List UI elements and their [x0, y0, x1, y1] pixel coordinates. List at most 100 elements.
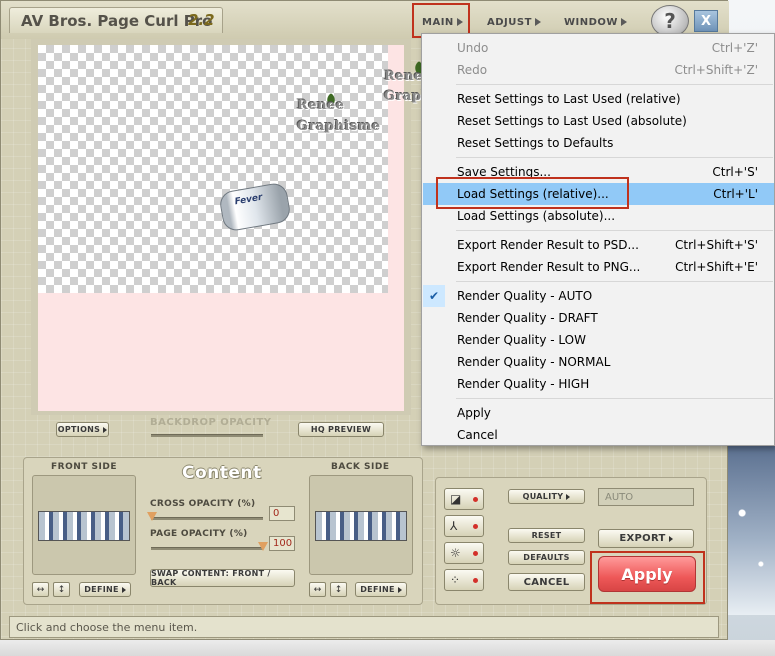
back-define-label: DEFINE: [360, 585, 395, 594]
menu-adjust[interactable]: ADJUST: [487, 14, 541, 30]
menu-item-label: Redo: [457, 63, 488, 77]
reset-button[interactable]: RESET: [508, 528, 585, 543]
cross-opacity-field[interactable]: 0: [269, 506, 295, 521]
status-dot-icon: [473, 577, 478, 583]
menu-item-shortcut: Ctrl+Shift+'S': [675, 238, 758, 252]
menu-separator: [456, 157, 773, 158]
page-opacity-label: PAGE OPACITY (%): [150, 529, 248, 539]
menu-separator: [456, 398, 773, 399]
front-define-button[interactable]: DEFINE: [79, 582, 131, 597]
curl-shape-tool[interactable]: ◪: [444, 488, 484, 510]
page-opacity-field[interactable]: 100: [269, 536, 295, 551]
quality-button-label: QUALITY: [522, 492, 564, 501]
menu-item-label: Export Render Result to PSD...: [457, 238, 639, 252]
background-bottom: [0, 640, 775, 656]
menu-window-label: WINDOW: [564, 16, 618, 28]
menu-item-label: Render Quality - LOW: [457, 333, 586, 347]
defaults-button-label: DEFAULTS: [523, 553, 570, 562]
front-side-thumbnail[interactable]: [38, 511, 130, 541]
hq-preview-button[interactable]: HQ PREVIEW: [298, 422, 384, 437]
menu-window[interactable]: WINDOW: [564, 14, 627, 30]
main-menu-dropdown: Undo Ctrl+'Z' Redo Ctrl+Shift+'Z' Reset …: [421, 33, 775, 446]
menu-item-apply[interactable]: Apply: [423, 402, 774, 424]
axis-icon: ⅄: [450, 519, 458, 533]
curl-axis-tool[interactable]: ⅄: [444, 515, 484, 537]
chevron-right-icon: [534, 18, 541, 26]
front-define-label: DEFINE: [84, 585, 119, 594]
front-flip-vertical-button[interactable]: ↕: [53, 582, 70, 597]
sun-icon: ☼: [450, 546, 461, 560]
menu-item-label: Cancel: [457, 428, 498, 442]
menu-item-label: Render Quality - HIGH: [457, 377, 590, 391]
menu-item-quality-draft[interactable]: Render Quality - DRAFT: [423, 307, 774, 329]
back-flip-vertical-button[interactable]: ↕: [330, 582, 347, 597]
flip-horizontal-icon: ↔: [36, 584, 45, 595]
export-button[interactable]: EXPORT: [598, 529, 694, 548]
status-bar: Click and choose the menu item.: [9, 616, 719, 638]
menu-separator: [456, 84, 773, 85]
menu-item-quality-auto[interactable]: ✔ Render Quality - AUTO: [423, 285, 774, 307]
swap-content-button[interactable]: SWAP CONTENT: FRONT / BACK: [150, 569, 295, 587]
menu-separator: [456, 230, 773, 231]
highlight-apply-button: [590, 551, 705, 604]
menu-item-reset-last-absolute[interactable]: Reset Settings to Last Used (absolute): [423, 110, 774, 132]
menu-item-redo[interactable]: Redo Ctrl+Shift+'Z': [423, 59, 774, 81]
chevron-right-icon: [668, 535, 673, 542]
export-button-label: EXPORT: [619, 533, 666, 544]
back-side-thumbnail[interactable]: [315, 511, 407, 541]
chevron-right-icon: [103, 426, 108, 433]
cancel-button-label: CANCEL: [523, 576, 570, 588]
menu-item-shortcut: Ctrl+'S': [712, 165, 758, 179]
quality-button[interactable]: QUALITY: [508, 489, 585, 504]
lighting-tool[interactable]: ☼: [444, 542, 484, 564]
menu-item-reset-last-relative[interactable]: Reset Settings to Last Used (relative): [423, 88, 774, 110]
menu-item-label: Reset Settings to Defaults: [457, 136, 614, 150]
cross-opacity-slider[interactable]: [151, 517, 263, 520]
menu-item-quality-normal[interactable]: Render Quality - NORMAL: [423, 351, 774, 373]
menu-separator: [456, 281, 773, 282]
menu-item-undo[interactable]: Undo Ctrl+'Z': [423, 37, 774, 59]
backdrop-opacity-label: BACKDROP OPACITY: [150, 417, 272, 428]
menu-item-label: Export Render Result to PNG...: [457, 260, 641, 274]
defaults-button[interactable]: DEFAULTS: [508, 550, 585, 565]
reset-button-label: RESET: [531, 531, 562, 540]
menu-item-shortcut: Ctrl+Shift+'Z': [674, 63, 758, 77]
cross-opacity-label: CROSS OPACITY (%): [150, 499, 256, 509]
checkmark-icon: ✔: [423, 285, 445, 307]
options-button[interactable]: OPTIONS: [56, 422, 109, 437]
back-flip-horizontal-button[interactable]: ↔: [309, 582, 326, 597]
chevron-right-icon: [620, 18, 627, 26]
transparent-area: [38, 45, 388, 293]
menu-adjust-label: ADJUST: [487, 16, 532, 28]
texture-tool[interactable]: ⁘: [444, 569, 484, 591]
menu-item-label: Reset Settings to Last Used (absolute): [457, 114, 687, 128]
cancel-button[interactable]: CANCEL: [508, 573, 585, 591]
menu-item-reset-defaults[interactable]: Reset Settings to Defaults: [423, 132, 774, 154]
menu-item-label: Load Settings (absolute)...: [457, 209, 616, 223]
flip-horizontal-icon: ↔: [313, 584, 322, 595]
menu-item-shortcut: Ctrl+'Z': [711, 41, 758, 55]
page-opacity-knob[interactable]: [258, 542, 268, 551]
menu-item-load-absolute[interactable]: Load Settings (absolute)...: [423, 205, 774, 227]
menu-item-cancel[interactable]: Cancel: [423, 424, 774, 446]
grid-dots-icon: ⁘: [450, 573, 461, 587]
hq-preview-button-label: HQ PREVIEW: [310, 425, 372, 434]
front-flip-horizontal-button[interactable]: ↔: [32, 582, 49, 597]
chevron-right-icon: [397, 586, 402, 593]
menu-item-shortcut: Ctrl+Shift+'E': [675, 260, 758, 274]
status-dot-icon: [473, 523, 478, 529]
backdrop-opacity-slider[interactable]: [151, 434, 263, 437]
page-opacity-slider[interactable]: [151, 547, 263, 550]
menu-item-quality-low[interactable]: Render Quality - LOW: [423, 329, 774, 351]
cross-opacity-knob[interactable]: [147, 512, 157, 521]
back-define-button[interactable]: DEFINE: [355, 582, 407, 597]
menu-item-quality-high[interactable]: Render Quality - HIGH: [423, 373, 774, 395]
close-icon: X: [700, 13, 712, 29]
options-button-label: OPTIONS: [57, 425, 101, 434]
menu-item-export-png[interactable]: Export Render Result to PNG... Ctrl+Shif…: [423, 256, 774, 278]
swap-content-label: SWAP CONTENT: FRONT / BACK: [151, 569, 271, 587]
flip-vertical-icon: ↕: [57, 584, 66, 595]
close-button[interactable]: X: [694, 10, 718, 32]
content-title: Content: [182, 463, 262, 483]
menu-item-export-psd[interactable]: Export Render Result to PSD... Ctrl+Shif…: [423, 234, 774, 256]
